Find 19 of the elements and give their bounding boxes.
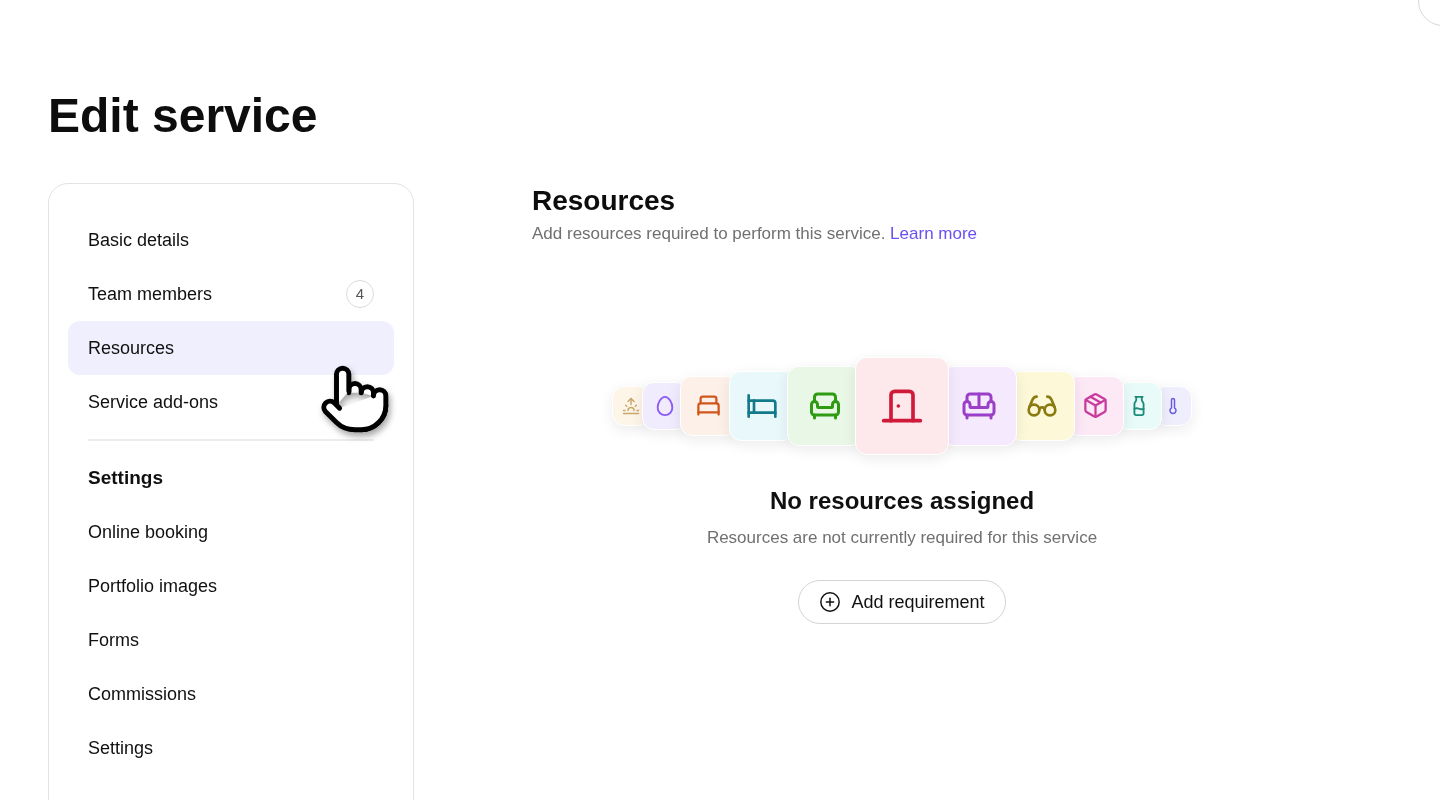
section-title: Resources bbox=[532, 184, 677, 218]
bed-icon bbox=[694, 392, 722, 419]
empty-state-title: No resources assigned bbox=[769, 485, 1035, 516]
nav-item[interactable]: Service add-ons bbox=[68, 375, 394, 429]
nav-item[interactable]: Forms bbox=[68, 613, 394, 667]
nav-item[interactable]: Commissions bbox=[68, 667, 394, 721]
plus-icon bbox=[819, 591, 842, 613]
nav-item[interactable]: Basic details bbox=[68, 213, 394, 267]
nav-item[interactable]: Online booking bbox=[68, 505, 394, 559]
nav-item[interactable]: Settings bbox=[68, 721, 394, 775]
empty-state-text: Resources are not currently required for this service bbox=[706, 526, 1098, 549]
nav-item[interactable]: Portfolio images bbox=[68, 559, 394, 613]
section-heading: Settings bbox=[87, 465, 164, 490]
sunrise-icon bbox=[622, 396, 641, 415]
section-description: Add resources required to perform this service. Learn more bbox=[532, 223, 979, 245]
nav-item[interactable]: Resources bbox=[68, 321, 394, 375]
page-title: Edit service bbox=[48, 88, 319, 144]
learn-more-link[interactable]: Learn more bbox=[890, 224, 978, 243]
nav-item[interactable]: Team members 4 bbox=[68, 267, 394, 321]
